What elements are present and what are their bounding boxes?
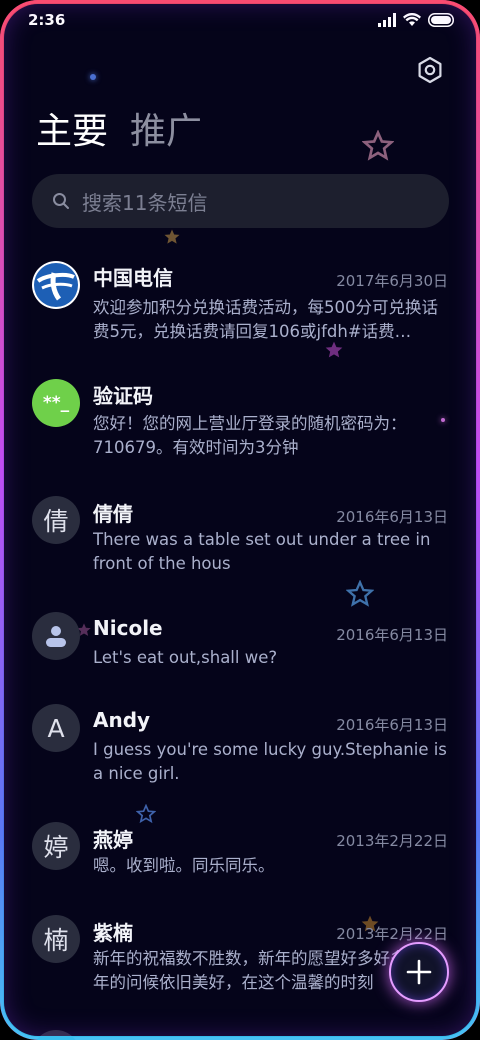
telecom-logo-icon <box>34 263 78 307</box>
tab-bar: 主要 推广 <box>36 108 202 156</box>
telecom-logo-avatar <box>32 261 80 309</box>
status-bar: 2:36 <box>0 0 480 40</box>
code-avatar: **_ <box>32 379 80 427</box>
conversation-row[interactable]: Nicole 2016年6月13日 Let's eat out,shall we… <box>0 606 480 690</box>
signal-icon <box>378 13 396 27</box>
message-date: 2013年2月22日 <box>336 832 448 850</box>
letter-avatar: 倩 <box>32 496 80 544</box>
status-icons <box>378 13 454 27</box>
contact-name: 倩倩 <box>93 502 133 526</box>
avatar-letter: 倩 <box>43 507 69 536</box>
conversation-row[interactable]: 婷 燕婷 2013年2月22日 嗯。收到啦。同乐同乐。 <box>0 818 480 902</box>
tab-primary[interactable]: 主要 <box>36 108 108 156</box>
message-preview: 欢迎参加积分兑换话费活动，每500分可兑换话费5元，兑换话费请回复106或jfd… <box>93 298 438 341</box>
compose-button[interactable] <box>389 942 449 1002</box>
contact-name: Nicole <box>93 616 163 640</box>
message-date: 2016年6月13日 <box>336 508 448 526</box>
conversation-row[interactable]: A Andy 2016年6月13日 I guess you're some lu… <box>0 702 480 806</box>
star-decoration-1 <box>362 130 394 161</box>
message-date: 2016年6月13日 <box>336 626 448 644</box>
message-preview: 您好！您的网上营业厅登录的随机密码为：710679。有效时间为3分钟 <box>93 414 407 457</box>
message-preview: There was a table set out under a tree i… <box>93 530 431 573</box>
message-date: 2017年6月30日 <box>336 272 448 290</box>
contact-name: Andy <box>93 708 151 732</box>
message-preview: Let's eat out,shall we? <box>93 648 278 667</box>
contact-name: 燕婷 <box>93 828 133 852</box>
settings-gear-icon[interactable] <box>416 56 444 84</box>
contact-name: 中国电信 <box>93 266 173 290</box>
phone-screen: 2:36 主要 推广 搜索11条短信 中国电信 2017年6月30日 欢迎参加积… <box>0 0 480 1040</box>
search-placeholder: 搜索11条短信 <box>82 190 208 215</box>
wifi-icon <box>403 13 421 26</box>
message-date: 2016年6月13日 <box>336 716 448 734</box>
person-avatar <box>32 612 80 660</box>
message-preview: 嗯。收到啦。同乐同乐。 <box>93 856 275 875</box>
tab-promotions[interactable]: 推广 <box>130 108 202 156</box>
conversation-row[interactable]: 中国电信 2017年6月30日 欢迎参加积分兑换话费活动，每500分可兑换话费5… <box>0 252 480 356</box>
avatar-letter: 楠 <box>43 926 69 955</box>
battery-icon <box>428 13 454 27</box>
message-date: 2013年2月22日 <box>336 925 448 943</box>
search-icon <box>53 193 69 209</box>
letter-avatar: 婷 <box>32 822 80 870</box>
letter-avatar: 楠 <box>32 915 80 963</box>
avatar-letter: A <box>47 713 65 743</box>
letter-avatar <box>32 1030 80 1040</box>
avatar-letter: 婷 <box>43 833 69 862</box>
person-icon <box>46 626 66 647</box>
letter-avatar: A <box>32 704 80 752</box>
contact-name: 紫楠 <box>93 921 133 945</box>
status-time: 2:36 <box>28 11 66 29</box>
conversation-row[interactable]: **_ 验证码 您好！您的网上营业厅登录的随机密码为：710679。有效时间为3… <box>0 370 480 474</box>
code-avatar-text: **_ <box>42 393 70 413</box>
message-preview: I guess you're some lucky guy.Stephanie … <box>93 740 447 783</box>
contact-name: 验证码 <box>93 384 153 408</box>
plus-icon <box>406 959 432 985</box>
star-decoration-2 <box>164 229 180 244</box>
conversation-row[interactable]: 倩 倩倩 2016年6月13日 There was a table set ou… <box>0 488 480 592</box>
sparkle-decoration-1 <box>90 74 96 80</box>
search-bar[interactable]: 搜索11条短信 <box>32 174 449 228</box>
